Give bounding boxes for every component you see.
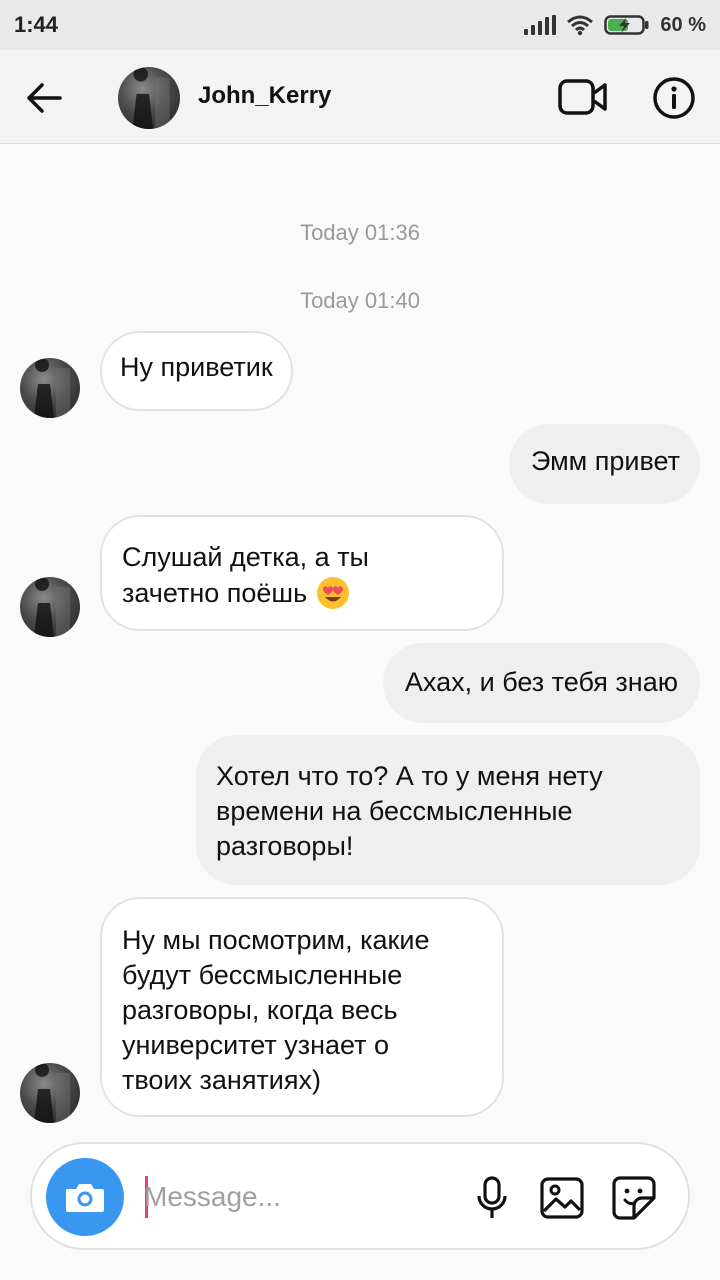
camera-icon	[66, 1184, 104, 1212]
message-bubble-incoming[interactable]: Ну мы посмотрим, какие будут бессмысленн…	[100, 897, 504, 1117]
gallery-button[interactable]	[538, 1174, 586, 1222]
image-icon	[540, 1177, 584, 1219]
message-text: Ахах, и без тебя знаю	[404, 667, 678, 697]
contact-username[interactable]: John_Kerry	[198, 82, 331, 110]
chat-header: John_Kerry	[0, 50, 720, 144]
message-text: Ну приветик	[120, 352, 273, 382]
message-text-line: твоих занятиях)	[122, 1065, 321, 1095]
message-bubble-outgoing[interactable]: Ахах, и без тебя знаю	[382, 643, 700, 723]
sender-avatar[interactable]	[20, 358, 80, 418]
battery-icon	[604, 15, 649, 35]
camera-button[interactable]	[46, 1158, 124, 1236]
message-text-line: Ну мы посмотрим, какие	[122, 925, 430, 955]
message-bubble-outgoing[interactable]: Эмм привет	[509, 424, 700, 504]
back-button[interactable]	[22, 76, 66, 120]
video-camera-icon	[558, 79, 607, 115]
chat-screen: 1:44 60 % John_Kerry Today 01:36 Today 0…	[0, 0, 720, 1280]
info-button[interactable]	[650, 74, 698, 122]
message-bubble-outgoing[interactable]: Хотел что то? А то у меня нету времени н…	[196, 735, 700, 885]
message-text: Эмм привет	[531, 446, 680, 476]
sender-avatar[interactable]	[20, 577, 80, 637]
message-text-line: будут бессмысленные	[122, 960, 403, 990]
status-icons: 60 %	[524, 14, 706, 37]
battery-percent: 60 %	[660, 13, 706, 36]
message-bubble-incoming[interactable]: Слушай детка, а ты зачетно поёшь	[100, 515, 504, 631]
message-text-line: зачетно поёшь	[122, 577, 308, 608]
status-bar: 1:44 60 %	[0, 0, 720, 50]
status-time: 1:44	[14, 12, 59, 37]
microphone-icon	[477, 1176, 507, 1218]
message-timestamp: Today 01:40	[300, 288, 420, 313]
message-text-line: Хотел что то? А то у меня нету	[216, 761, 603, 791]
info-icon	[653, 77, 695, 119]
sticker-icon	[612, 1176, 656, 1220]
message-text-line: разговоры, когда весь	[122, 995, 398, 1025]
message-text-line: разговоры!	[216, 831, 354, 861]
signal-icon	[524, 15, 557, 35]
message-input[interactable]	[144, 1174, 444, 1220]
voice-message-button[interactable]	[470, 1174, 514, 1222]
video-call-button[interactable]	[556, 74, 610, 120]
sticker-button[interactable]	[610, 1174, 658, 1222]
message-bubble-incoming[interactable]: Ну приветик	[100, 331, 293, 411]
contact-avatar[interactable]	[118, 67, 180, 129]
message-text-line: времени на бессмысленные	[216, 796, 573, 826]
wifi-icon	[567, 15, 594, 36]
arrow-left-icon	[27, 83, 62, 113]
message-composer	[30, 1142, 690, 1250]
message-text-line: Слушай детка, а ты	[122, 542, 369, 572]
sender-avatar[interactable]	[20, 1063, 80, 1123]
heart-eyes-emoji-icon	[317, 577, 350, 609]
message-timestamp: Today 01:36	[300, 220, 420, 245]
message-text-line: университет узнает о	[122, 1030, 390, 1060]
